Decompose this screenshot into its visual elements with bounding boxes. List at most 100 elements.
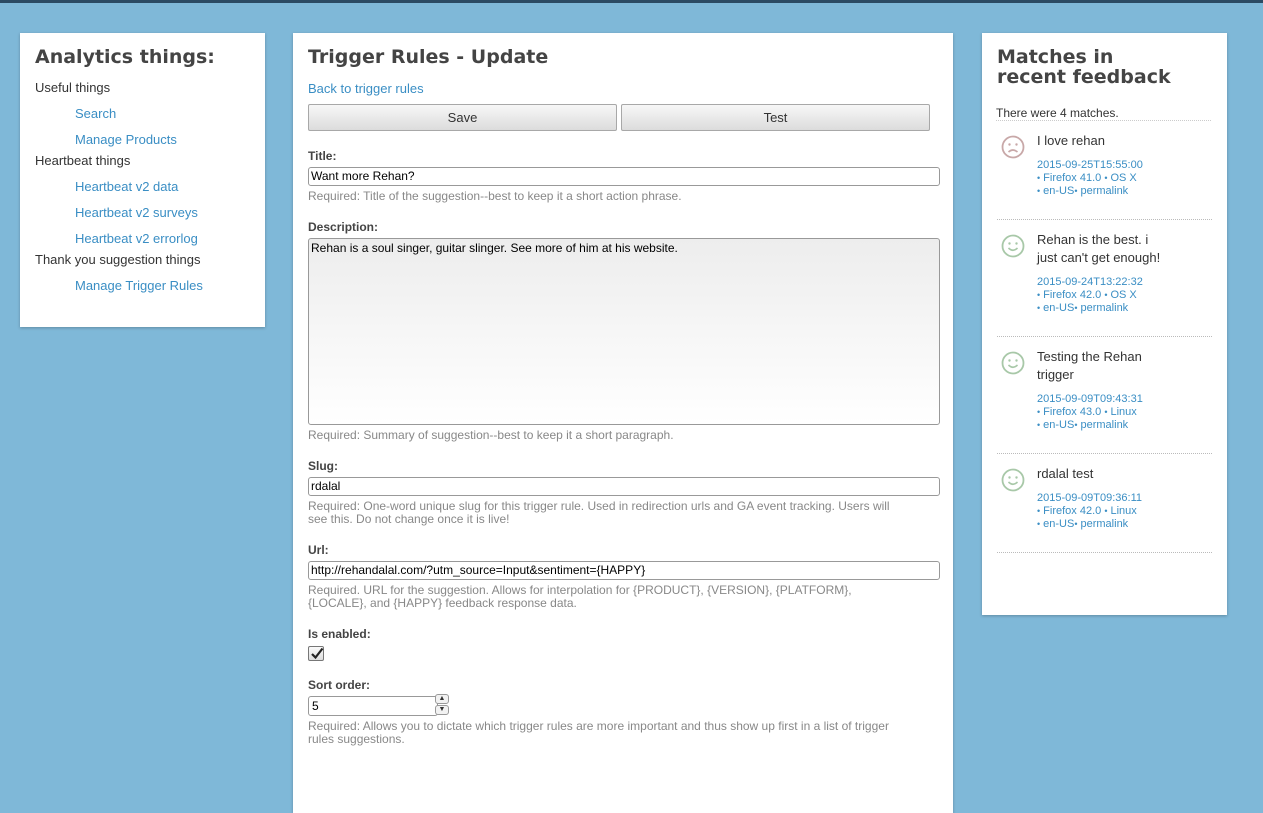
title-input[interactable]: Want more Rehan? xyxy=(308,167,940,186)
match-meta: 2015-09-25T15:55:00 • Firefox 41.0 • OS X • e… xyxy=(1037,159,1212,198)
match-date-link[interactable]: 2015-09-09T09:43:31 xyxy=(1037,393,1143,405)
match-count: There were 4 matches. xyxy=(996,106,1211,121)
match-item: Testing the Rehan trigger 2015-09-09T09:4… xyxy=(997,337,1212,454)
page-title: Trigger Rules - Update xyxy=(308,46,549,68)
bullet-separator: • xyxy=(1104,290,1108,300)
back-to-trigger-rules-link[interactable]: Back to trigger rules xyxy=(308,81,938,96)
match-product-link[interactable]: Firefox 42.0 xyxy=(1043,289,1101,301)
match-text: Rehan is the best. i just can't get enou… xyxy=(1037,232,1161,265)
is-enabled-field-group: Is enabled: xyxy=(308,627,938,661)
sort-order-label: Sort order: xyxy=(308,678,371,692)
match-meta: 2015-09-09T09:36:11 • Firefox 42.0 • Linux •… xyxy=(1037,492,1212,531)
trigger-rule-form: Trigger Rules - Update Back to trigger r… xyxy=(293,33,953,813)
bullet-separator: • xyxy=(1074,303,1078,313)
nav-group-suggestions: Thank you suggestion things Manage Trigg… xyxy=(35,251,250,294)
nav-group-label: Thank you suggestion things xyxy=(35,252,201,267)
bullet-separator: • xyxy=(1074,420,1078,430)
slug-input[interactable]: rdalal xyxy=(308,477,940,496)
match-date-link[interactable]: 2015-09-24T13:22:32 xyxy=(1037,276,1143,288)
bullet-separator: • xyxy=(1037,186,1041,196)
bullet-separator: • xyxy=(1037,519,1041,529)
match-locale-link[interactable]: en-US xyxy=(1043,302,1074,314)
spin-down-icon[interactable]: ▼ xyxy=(435,705,449,715)
match-locale-link[interactable]: en-US xyxy=(1043,518,1074,530)
matches-panel: Matches in recent feedback There were 4 … xyxy=(982,33,1227,615)
match-permalink-link[interactable]: permalink xyxy=(1081,185,1129,197)
match-item: rdalal test 2015-09-09T09:36:11 • Firefox 4… xyxy=(997,454,1212,553)
match-platform-link[interactable]: Linux xyxy=(1110,406,1136,418)
match-platform-link[interactable]: Linux xyxy=(1110,505,1136,517)
bullet-separator: • xyxy=(1037,290,1041,300)
is-enabled-checkbox[interactable] xyxy=(308,646,324,661)
nav-link-heartbeat-errorlog[interactable]: Heartbeat v2 errorlog xyxy=(35,230,250,247)
match-text: Testing the Rehan trigger xyxy=(1037,349,1142,382)
bullet-separator: • xyxy=(1104,173,1108,183)
match-permalink-link[interactable]: permalink xyxy=(1081,419,1129,431)
sort-order-spinner: ▲ ▼ xyxy=(435,694,449,716)
bullet-separator: • xyxy=(1037,303,1041,313)
match-date-link[interactable]: 2015-09-09T09:36:11 xyxy=(1037,492,1142,504)
bullet-separator: • xyxy=(1037,420,1041,430)
match-date-link[interactable]: 2015-09-25T15:55:00 xyxy=(1037,159,1143,171)
nav-link-manage-products[interactable]: Manage Products xyxy=(35,131,250,148)
description-label: Description: xyxy=(308,220,379,234)
sort-order-input[interactable]: 5 xyxy=(308,696,438,716)
description-textarea[interactable]: Rehan is a soul singer, guitar slinger. … xyxy=(308,238,940,425)
description-field-group: Description: Rehan is a soul singer, gui… xyxy=(308,220,940,442)
bullet-separator: • xyxy=(1037,173,1041,183)
match-product-link[interactable]: Firefox 43.0 xyxy=(1043,406,1101,418)
url-label: Url: xyxy=(308,543,329,557)
match-permalink-link[interactable]: permalink xyxy=(1081,302,1129,314)
match-item: I love rehan 2015-09-25T15:55:00 • Firefox … xyxy=(997,121,1212,220)
bullet-separator: • xyxy=(1037,506,1041,516)
match-permalink-link[interactable]: permalink xyxy=(1081,518,1129,530)
match-meta: 2015-09-09T09:43:31 • Firefox 43.0 • Linux •… xyxy=(1037,393,1212,432)
nav-group-heartbeat: Heartbeat things Heartbeat v2 data Heart… xyxy=(35,152,250,247)
url-field-group: Url: http://rehandalal.com/?utm_source=I… xyxy=(308,543,940,610)
title-label: Title: xyxy=(308,149,337,163)
sort-order-help: Required: Allows you to dictate which tr… xyxy=(308,719,889,746)
url-help: Required. URL for the suggestion. Allows… xyxy=(308,583,852,610)
description-help: Required: Summary of suggestion--best to… xyxy=(308,428,674,442)
sad-face-icon xyxy=(1001,135,1025,159)
nav-link-manage-trigger-rules[interactable]: Manage Trigger Rules xyxy=(35,277,250,294)
happy-face-icon xyxy=(1001,351,1025,375)
slug-field-group: Slug: rdalal Required: One-word unique s… xyxy=(308,459,940,526)
title-help: Required: Title of the suggestion--best … xyxy=(308,189,682,203)
bullet-separator: • xyxy=(1074,186,1078,196)
match-meta: 2015-09-24T13:22:32 • Firefox 42.0 • OS X • e… xyxy=(1037,276,1212,315)
sort-order-wrapper: 5 ▲ ▼ xyxy=(308,694,938,716)
sort-order-field-group: Sort order: 5 ▲ ▼ Required: Allows you t… xyxy=(308,678,938,746)
match-platform-link[interactable]: OS X xyxy=(1110,289,1136,301)
happy-face-icon xyxy=(1001,468,1025,492)
spin-up-icon[interactable]: ▲ xyxy=(435,694,449,704)
match-product-link[interactable]: Firefox 41.0 xyxy=(1043,172,1101,184)
match-item: Rehan is the best. i just can't get enou… xyxy=(997,220,1212,337)
is-enabled-label: Is enabled: xyxy=(308,627,371,641)
action-buttons: Save Test xyxy=(308,104,930,131)
match-text: rdalal test xyxy=(1037,466,1094,481)
bullet-separator: • xyxy=(1074,519,1078,529)
url-input[interactable]: http://rehandalal.com/?utm_source=Input&… xyxy=(308,561,940,580)
nav-group-label: Heartbeat things xyxy=(35,153,131,168)
test-button[interactable]: Test xyxy=(621,104,930,131)
nav-group-useful: Useful things Search Manage Products xyxy=(35,79,250,148)
sidebar-title: Analytics things: xyxy=(35,46,215,68)
nav-link-search[interactable]: Search xyxy=(35,105,250,122)
analytics-sidebar: Analytics things: Useful things Search M… xyxy=(20,33,265,327)
top-bar xyxy=(0,0,1263,3)
title-field-group: Title: Want more Rehan? Required: Title … xyxy=(308,149,940,203)
nav-link-heartbeat-data[interactable]: Heartbeat v2 data xyxy=(35,178,250,195)
match-platform-link[interactable]: OS X xyxy=(1110,172,1136,184)
matches-title: Matches in recent feedback xyxy=(997,46,1171,88)
match-locale-link[interactable]: en-US xyxy=(1043,419,1074,431)
checkmark-icon xyxy=(311,647,324,660)
match-text: I love rehan xyxy=(1037,133,1105,148)
match-product-link[interactable]: Firefox 42.0 xyxy=(1043,505,1101,517)
slug-label: Slug: xyxy=(308,459,338,473)
match-list: I love rehan 2015-09-25T15:55:00 • Firefox … xyxy=(997,121,1212,553)
match-locale-link[interactable]: en-US xyxy=(1043,185,1074,197)
bullet-separator: • xyxy=(1104,506,1108,516)
nav-link-heartbeat-surveys[interactable]: Heartbeat v2 surveys xyxy=(35,204,250,221)
save-button[interactable]: Save xyxy=(308,104,617,131)
